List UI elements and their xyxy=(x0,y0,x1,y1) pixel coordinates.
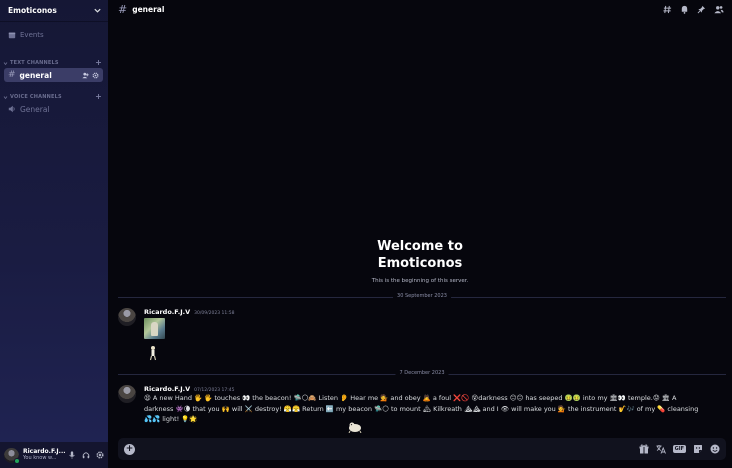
text-channels-category[interactable]: TEXT CHANNELS + xyxy=(3,59,102,67)
voice-channels-category[interactable]: VOICE CHANNELS + xyxy=(3,93,102,101)
avatar[interactable] xyxy=(4,447,20,464)
translate-icon[interactable] xyxy=(656,444,666,454)
voice-channel-general[interactable]: General xyxy=(4,102,103,116)
events-item[interactable]: Events xyxy=(8,31,44,39)
invite-icon[interactable] xyxy=(82,72,89,79)
chevron-down-icon xyxy=(3,95,8,99)
channel-title: general xyxy=(132,4,165,14)
server-name: Emoticonos xyxy=(8,6,57,15)
chevron-down-icon xyxy=(3,61,8,65)
hash-icon: # xyxy=(118,2,128,16)
message-author[interactable]: Ricardo.F.J.V xyxy=(144,385,190,393)
category-label: VOICE CHANNELS xyxy=(10,94,62,100)
message-header: Ricardo.F.J.V 30/09/2023 11:58 xyxy=(144,308,234,316)
online-status-icon xyxy=(14,457,20,464)
welcome-title: Welcome to xyxy=(377,239,463,254)
gift-icon[interactable] xyxy=(639,444,649,454)
server-header[interactable]: Emoticonos xyxy=(0,0,108,22)
category-label: TEXT CHANNELS xyxy=(10,60,59,66)
date-divider: 7 December 2023 xyxy=(118,370,726,376)
date-divider-label: 7 December 2023 xyxy=(395,370,449,376)
date-divider-label: 30 September 2023 xyxy=(393,293,451,299)
microphone-icon[interactable] xyxy=(68,451,76,459)
speaker-icon xyxy=(8,105,15,113)
gear-icon[interactable] xyxy=(92,72,99,79)
avatar[interactable] xyxy=(118,385,136,403)
members-icon[interactable] xyxy=(714,5,724,14)
custom-status: You know w... xyxy=(23,454,57,461)
events-label: Events xyxy=(20,31,44,39)
create-channel-icon[interactable]: + xyxy=(95,59,102,67)
image-attachment[interactable] xyxy=(144,318,165,339)
channel-general[interactable]: # general xyxy=(4,68,103,82)
server-title: Emoticonos xyxy=(377,256,463,271)
create-channel-icon[interactable]: + xyxy=(95,93,102,101)
sticker-figure-icon[interactable] xyxy=(148,345,158,361)
message-header: Ricardo.F.J.V 07/12/2023 17:45 xyxy=(144,385,234,393)
gif-icon[interactable]: GIF xyxy=(672,445,686,453)
sticker-creature-icon[interactable] xyxy=(346,421,364,433)
chevron-down-icon[interactable] xyxy=(93,6,102,15)
emoji-icon[interactable] xyxy=(710,444,720,454)
settings-icon[interactable] xyxy=(96,451,104,459)
pin-icon[interactable] xyxy=(697,5,706,14)
channel-sidebar: Emoticonos Events TEXT CHANNELS + # gene… xyxy=(0,0,108,468)
date-divider: 30 September 2023 xyxy=(118,293,726,299)
message-input[interactable] xyxy=(141,442,639,456)
message-composer: + GIF xyxy=(118,438,726,460)
threads-icon[interactable] xyxy=(663,5,672,14)
headphones-icon[interactable] xyxy=(82,451,90,459)
upload-plus-icon[interactable]: + xyxy=(124,443,135,455)
hash-icon: # xyxy=(8,70,16,80)
avatar[interactable] xyxy=(118,308,136,326)
user-info[interactable]: Ricardo.F.J... You know w... xyxy=(23,448,66,462)
user-panel: Ricardo.F.J... You know w... xyxy=(0,442,108,468)
channel-label: general xyxy=(19,70,52,80)
calendar-icon xyxy=(8,32,16,39)
sticker-icon[interactable] xyxy=(693,444,703,454)
channel-label: General xyxy=(20,104,50,114)
message-timestamp: 30/09/2023 11:58 xyxy=(194,311,235,316)
welcome-subtitle: This is the beginning of this server. xyxy=(371,278,469,284)
bell-icon[interactable] xyxy=(680,5,689,14)
welcome-block: Welcome to Emoticonos This is the beginn… xyxy=(108,238,732,284)
channel-header: # general xyxy=(108,0,732,18)
message-content: 😫 A new Hand 🖐 🖐 touches 👀 the beacon! 🛸… xyxy=(144,394,699,423)
message-author[interactable]: Ricardo.F.J.V xyxy=(144,308,190,316)
